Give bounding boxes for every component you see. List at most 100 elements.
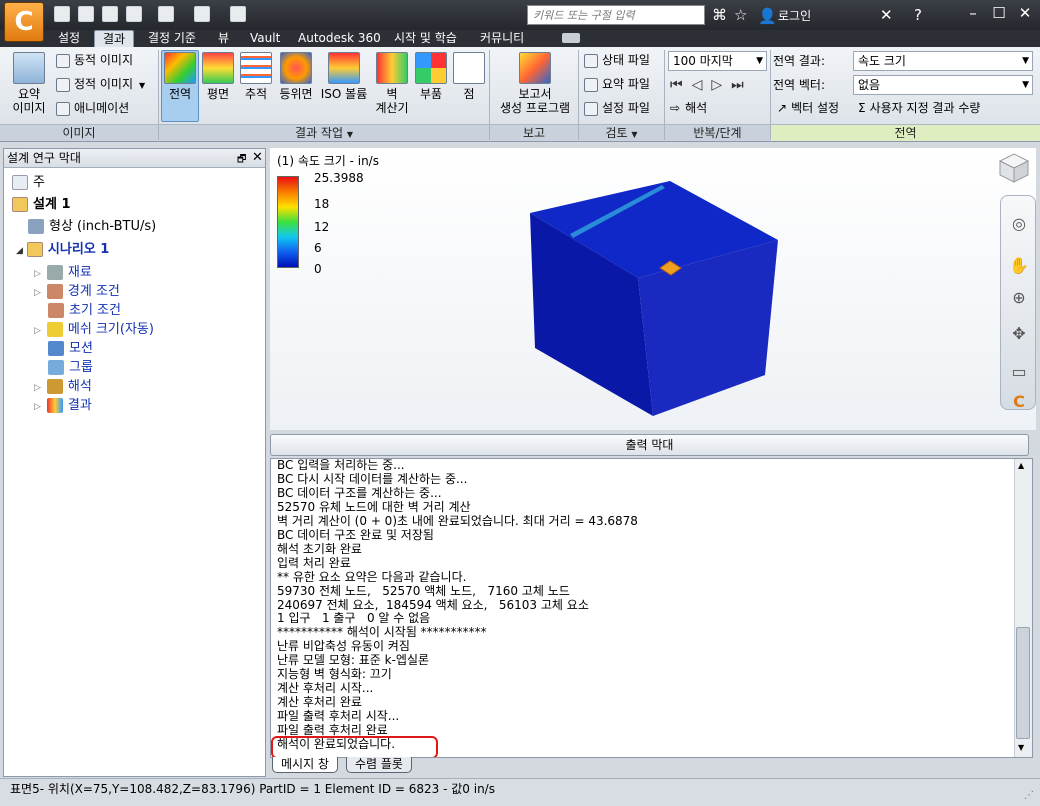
- tab-options-icon[interactable]: [562, 33, 580, 43]
- traces-button[interactable]: 추적: [238, 52, 274, 101]
- custom-quantity-button[interactable]: Σ 사용자 지정 결과 수량: [858, 98, 980, 118]
- close-button[interactable]: ✕: [1014, 4, 1036, 24]
- highlight-box: [271, 736, 438, 757]
- open-icon[interactable]: [78, 6, 94, 22]
- save-icon[interactable]: [102, 6, 118, 22]
- run-analysis-button[interactable]: ⇨ 해석: [670, 98, 707, 118]
- playback-controls[interactable]: ⏮◁▷⏭: [670, 77, 753, 93]
- tab-autodesk-360[interactable]: Autodesk 360: [290, 30, 389, 47]
- tree-item-mesh-size[interactable]: ▷ 메쉬 크기(자동): [34, 320, 154, 339]
- global-result-button[interactable]: 전역: [162, 52, 198, 101]
- global-result-select[interactable]: 속도 크기 ▼: [853, 51, 1033, 71]
- scroll-up-arrow[interactable]: ▲: [1018, 461, 1024, 470]
- dock-icon[interactable]: 🗗: [237, 152, 246, 169]
- report-generator-button[interactable]: 보고서 생성 프로그램: [494, 52, 576, 115]
- search-input[interactable]: 키워드 또는 구절 입력: [527, 5, 705, 25]
- vector-settings-button[interactable]: ↗ 벡터 설정: [777, 98, 839, 118]
- output-bar-button[interactable]: 출력 막대: [270, 434, 1029, 456]
- tab-message-window[interactable]: 메시지 창: [272, 757, 338, 773]
- file-icon: [584, 77, 598, 92]
- result-tasks-group-label[interactable]: 결과 작업 ▼: [159, 124, 489, 141]
- output-line: 해석 초기화 완료: [277, 541, 362, 556]
- vector-icon: ↗: [777, 101, 788, 115]
- summary-image-button[interactable]: 요약 이미지: [8, 52, 50, 115]
- tab-setup[interactable]: 설정: [50, 30, 88, 47]
- tree-item-boundary-conditions[interactable]: ▷ 경계 조건: [34, 282, 120, 301]
- tab-community[interactable]: 커뮤니티: [472, 30, 532, 47]
- animation-button[interactable]: 애니메이션: [56, 98, 129, 118]
- review-group-label[interactable]: 검토 ▼: [579, 124, 664, 141]
- tree-item-geometry[interactable]: 형상 (inch-BTU/s): [28, 217, 156, 236]
- cube-icon[interactable]: [194, 6, 210, 22]
- tree-label: 메쉬 크기(자동): [67, 322, 154, 337]
- static-image-button[interactable]: 정적 이미지 ▼: [56, 74, 145, 94]
- view-cube[interactable]: [998, 152, 1030, 184]
- minimize-button[interactable]: –: [962, 4, 984, 24]
- file-icon: [584, 101, 598, 116]
- help-icon[interactable]: ?: [914, 6, 922, 24]
- binoculars-icon[interactable]: ⌘: [712, 6, 727, 24]
- tab-vault[interactable]: Vault: [242, 30, 288, 47]
- parts-button[interactable]: 부품: [413, 52, 449, 101]
- dynamic-image-button[interactable]: 동적 이미지: [56, 50, 133, 70]
- status-file-button[interactable]: 상태 파일: [584, 50, 650, 70]
- vector-settings-label: 벡터 설정: [791, 101, 840, 115]
- tab-getting-started[interactable]: 시작 및 학습: [386, 30, 465, 47]
- wall-calculator-button[interactable]: 벽 계산기: [372, 52, 412, 115]
- settings-file-button[interactable]: 설정 파일: [584, 98, 650, 118]
- login-button[interactable]: 로그인: [778, 7, 811, 24]
- summary-file-button[interactable]: 요약 파일: [584, 74, 650, 94]
- zoom-icon[interactable]: ⊕: [1007, 288, 1031, 312]
- settings-icon[interactable]: [230, 6, 246, 22]
- pan-icon[interactable]: ✋: [1007, 256, 1031, 280]
- tab-results[interactable]: 결과: [94, 30, 135, 47]
- animation-label: 애니메이션: [74, 101, 130, 115]
- output-tabs: 메시지 창 수렴 플롯: [270, 757, 1033, 774]
- report-generator-label: 보고서 생성 프로그램: [499, 87, 571, 115]
- orbit-icon[interactable]: ✥: [1007, 324, 1031, 348]
- app-mini-logo-icon: C: [1013, 392, 1025, 411]
- iso-volume-button[interactable]: ISO 볼륨: [318, 52, 370, 101]
- point-button[interactable]: 점: [451, 52, 487, 101]
- output-line: 난류 모델 모형: 표준 k-엡실론: [277, 653, 430, 668]
- output-scrollbar[interactable]: ▲ ▼: [1014, 459, 1032, 757]
- tree-item-design-1[interactable]: 설계 1: [12, 195, 71, 214]
- steering-wheel-icon[interactable]: ◎: [1007, 214, 1031, 238]
- global-vector-select[interactable]: 없음 ▼: [853, 75, 1033, 95]
- custom-quantity-label: 사용자 지정 결과 수량: [869, 101, 981, 115]
- new-icon[interactable]: [54, 6, 70, 22]
- scroll-thumb[interactable]: [1016, 627, 1030, 739]
- look-at-icon[interactable]: ▭: [1007, 362, 1031, 386]
- tab-view[interactable]: 뷰: [210, 30, 237, 47]
- tree-label: 주: [33, 175, 45, 190]
- output-log[interactable]: BC 입력을 처리하는 중... BC 다시 시작 데이터를 계산하는 중... B…: [270, 458, 1033, 758]
- app-logo-button[interactable]: C: [4, 2, 44, 42]
- model-cube[interactable]: [520, 168, 790, 423]
- tree-item-analysis[interactable]: ▷ 해석: [34, 377, 92, 396]
- maximize-button[interactable]: ☐: [988, 4, 1010, 24]
- exchange-icon[interactable]: ✕: [880, 6, 893, 24]
- resize-grip-icon[interactable]: ⋰: [1024, 790, 1034, 801]
- tree-item-motion[interactable]: 모션: [48, 339, 93, 358]
- tree-item-materials[interactable]: ▷ 재료: [34, 263, 92, 282]
- tree-item-initial-conditions[interactable]: 초기 조건: [48, 301, 121, 320]
- tree-item-groups[interactable]: 그룹: [48, 358, 93, 377]
- plane-button[interactable]: 평면: [200, 52, 236, 101]
- scroll-down-arrow[interactable]: ▼: [1018, 743, 1024, 752]
- iteration-value: 100 마지막: [673, 54, 733, 68]
- tree-item-home[interactable]: 주: [12, 173, 45, 192]
- isosurface-button[interactable]: 등위면: [276, 52, 316, 101]
- panel-close-icon[interactable]: ✕: [252, 150, 263, 165]
- tab-decision-center[interactable]: 결정 기준: [140, 30, 204, 47]
- graphics-viewport[interactable]: (1) 속도 크기 - in/s 25.3988 18 12 6 0: [270, 148, 1036, 430]
- status-file-label: 상태 파일: [602, 53, 650, 67]
- save-all-icon[interactable]: [126, 6, 142, 22]
- import-icon[interactable]: [158, 6, 174, 22]
- tree-item-scenario-1[interactable]: ◢ 시나리오 1: [16, 240, 109, 259]
- wall-calculator-label: 벽 계산기: [375, 87, 409, 115]
- star-icon[interactable]: ☆: [734, 6, 747, 24]
- static-image-label: 정적 이미지: [74, 77, 134, 91]
- tree-item-results[interactable]: ▷ 결과: [34, 396, 92, 415]
- iteration-select[interactable]: 100 마지막 ▼: [668, 51, 767, 71]
- tab-convergence-plot[interactable]: 수렴 플롯: [346, 757, 412, 773]
